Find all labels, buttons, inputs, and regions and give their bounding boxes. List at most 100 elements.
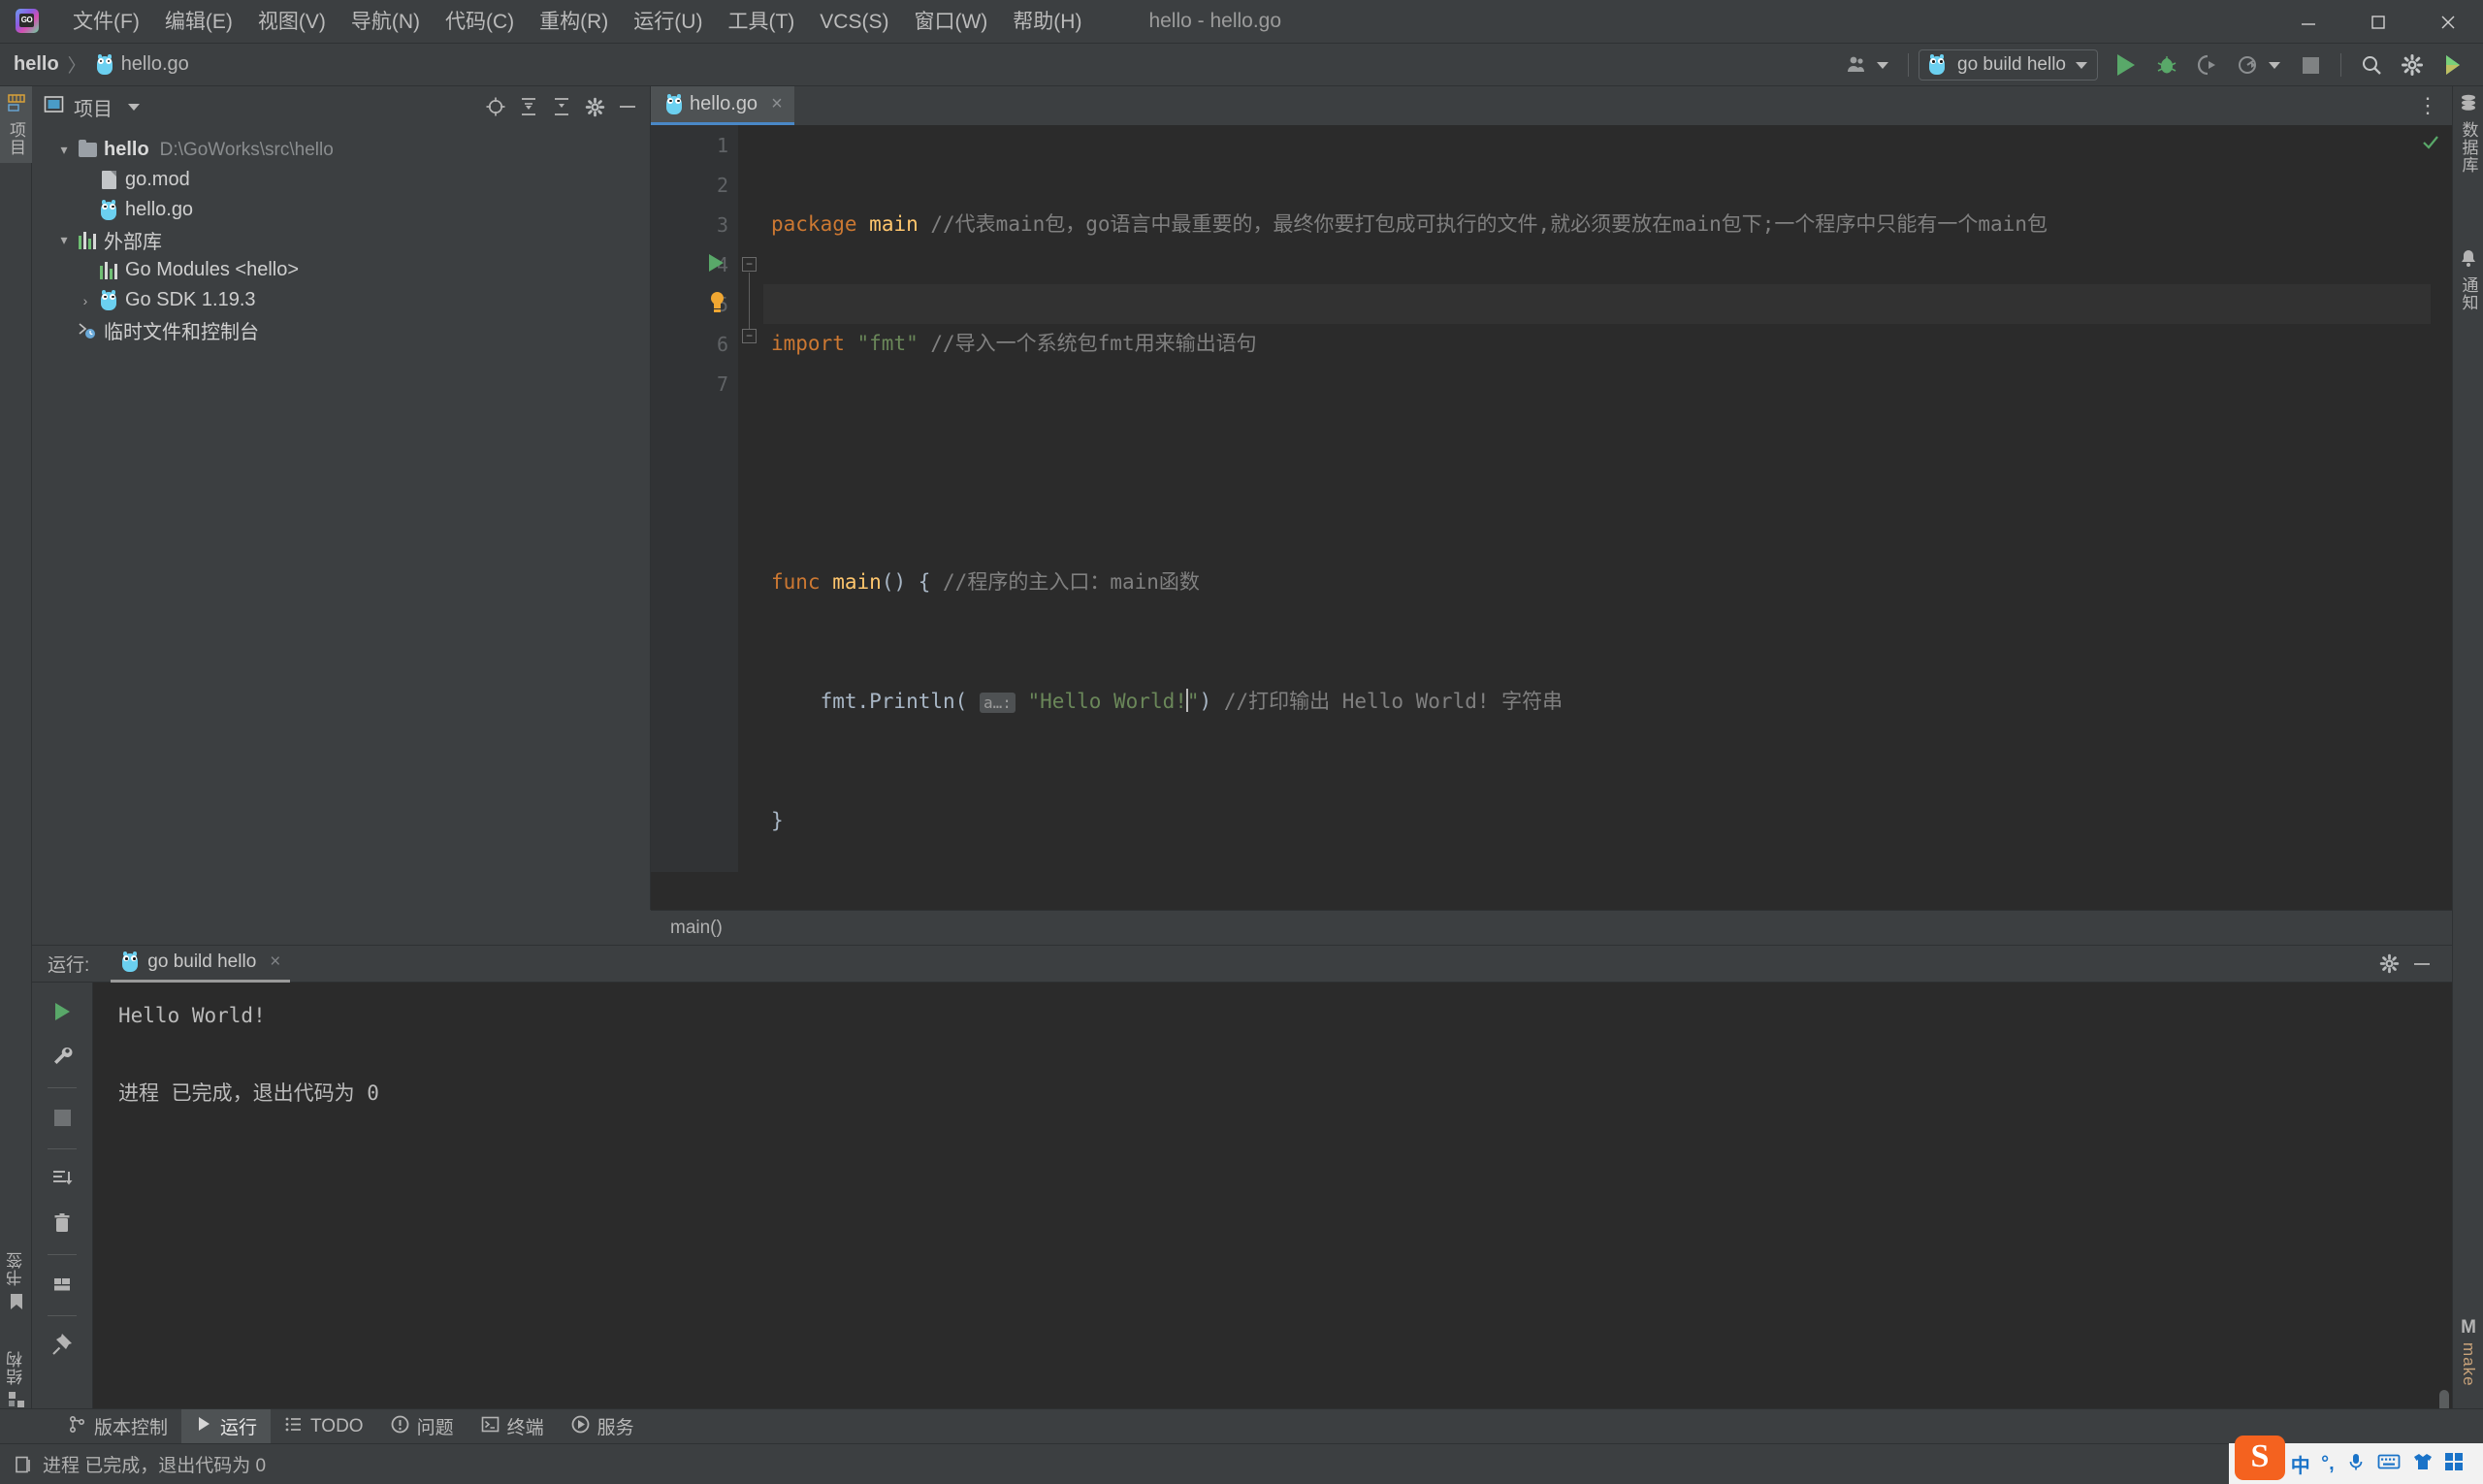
stop-icon[interactable] bbox=[43, 1098, 81, 1137]
chevron-down-icon[interactable]: ▾ bbox=[53, 142, 75, 158]
close-icon[interactable]: × bbox=[771, 93, 783, 115]
tool-window-database[interactable]: 数据库 bbox=[2453, 86, 2483, 180]
tree-node-scratches[interactable]: 临时文件和控制台 bbox=[32, 315, 650, 345]
debug-icon[interactable] bbox=[2150, 48, 2183, 81]
menu-vcs[interactable]: VCS(S) bbox=[807, 0, 901, 44]
go-mod-icon bbox=[96, 171, 121, 189]
code-editor[interactable]: 1 2 3 4 5 6 7 − − package main //代表main包… bbox=[651, 125, 2452, 872]
run-tab-go-build-hello[interactable]: go build hello × bbox=[111, 946, 291, 983]
user-icon[interactable] bbox=[1840, 48, 1873, 81]
editor-tab-hello-go[interactable]: hello.go × bbox=[651, 86, 794, 125]
go-file-icon bbox=[664, 93, 684, 115]
tree-node-hello[interactable]: ▾ hello D:\GoWorks\src\hello bbox=[32, 135, 650, 165]
tw-services-label: 服务 bbox=[597, 1418, 634, 1438]
tree-node-go-sdk[interactable]: › Go SDK 1.19.3 bbox=[32, 285, 650, 315]
gear-icon[interactable] bbox=[2374, 950, 2403, 979]
editor-tab-bar: hello.go × ⋮ bbox=[651, 86, 2452, 125]
run-panel-header: 运行: go build hello × bbox=[32, 946, 2452, 983]
chevron-down-icon[interactable] bbox=[128, 103, 140, 111]
tool-window-bookmarks[interactable]: 书签 bbox=[0, 1241, 32, 1323]
menu-code[interactable]: 代码(C) bbox=[433, 0, 527, 44]
gear-icon[interactable] bbox=[2396, 48, 2429, 81]
keyboard-icon[interactable] bbox=[2377, 1452, 2401, 1476]
search-icon[interactable] bbox=[2355, 48, 2388, 81]
pin-icon[interactable] bbox=[43, 1326, 81, 1365]
soft-wrap-icon[interactable] bbox=[43, 1159, 81, 1198]
tw-services[interactable]: 服务 bbox=[558, 1409, 648, 1444]
left-tool-strip: 项目 书签 结构 bbox=[0, 86, 32, 1430]
tw-problems[interactable]: 问题 bbox=[377, 1409, 468, 1444]
tool-window-notifications[interactable]: 通知 bbox=[2453, 242, 2483, 318]
run-configuration-selector[interactable]: go build hello bbox=[1919, 49, 2098, 81]
stop-icon[interactable] bbox=[2294, 48, 2327, 81]
tree-node-external-libraries[interactable]: ▾ 外部库 bbox=[32, 225, 650, 255]
editor-gutter[interactable]: 1 2 3 4 5 6 7 bbox=[651, 125, 738, 872]
breadcrumb: hello 〉 hello.go bbox=[14, 51, 189, 78]
hide-icon[interactable] bbox=[2407, 950, 2436, 979]
problems-icon bbox=[391, 1415, 409, 1438]
tw-version-control[interactable]: 版本控制 bbox=[54, 1409, 181, 1444]
trash-icon[interactable] bbox=[43, 1204, 81, 1242]
menu-tools[interactable]: 工具(T) bbox=[715, 0, 807, 44]
close-icon[interactable] bbox=[2413, 0, 2483, 44]
rerun-icon[interactable] bbox=[43, 992, 81, 1031]
tw-terminal[interactable]: 终端 bbox=[468, 1409, 558, 1444]
skin-icon[interactable] bbox=[2412, 1451, 2434, 1477]
run-gutter-icon[interactable] bbox=[709, 254, 724, 272]
intention-bulb-icon[interactable] bbox=[707, 292, 726, 317]
run-console[interactable]: Hello World! 进程 已完成，退出代码为 0 bbox=[93, 983, 2452, 1484]
wrench-icon[interactable] bbox=[43, 1037, 81, 1076]
menu-file[interactable]: 文件(F) bbox=[60, 0, 152, 44]
tree-node-hello-go[interactable]: hello.go bbox=[32, 195, 650, 225]
chevron-down-icon[interactable]: ▾ bbox=[53, 232, 75, 248]
collapse-all-icon[interactable] bbox=[547, 92, 576, 121]
run-icon[interactable] bbox=[2110, 48, 2143, 81]
profiler-dropdown-icon[interactable] bbox=[2269, 61, 2280, 69]
gear-icon[interactable] bbox=[580, 92, 609, 121]
tree-node-go-mod[interactable]: go.mod bbox=[32, 165, 650, 195]
editor-tabs-menu-icon[interactable]: ⋮ bbox=[2417, 93, 2440, 118]
close-icon[interactable]: × bbox=[270, 952, 280, 973]
locate-icon[interactable] bbox=[481, 92, 510, 121]
print-icon[interactable] bbox=[43, 1265, 81, 1304]
editor-scrollbar[interactable] bbox=[2423, 125, 2452, 872]
chevron-right-icon[interactable]: › bbox=[75, 293, 96, 308]
menu-refactor[interactable]: 重构(R) bbox=[527, 0, 621, 44]
sogou-logo-icon[interactable]: S bbox=[2235, 1436, 2285, 1480]
tree-node-go-modules[interactable]: Go Modules <hello> bbox=[32, 255, 650, 285]
parameter-hint: a…: bbox=[979, 693, 1016, 713]
ime-punctuation[interactable]: °, bbox=[2321, 1453, 2335, 1475]
run-with-coverage-icon[interactable] bbox=[2191, 48, 2224, 81]
profiler-icon[interactable] bbox=[2232, 48, 2265, 81]
mic-icon[interactable] bbox=[2345, 1451, 2367, 1477]
menu-help[interactable]: 帮助(H) bbox=[1000, 0, 1094, 44]
fold-region-end[interactable]: − bbox=[742, 329, 757, 343]
ime-mode-chinese[interactable]: 中 bbox=[2291, 1450, 2310, 1478]
menu-run[interactable]: 运行(U) bbox=[621, 0, 715, 44]
fold-region-start[interactable]: − bbox=[742, 257, 757, 272]
tree-node-label: 外部库 bbox=[104, 232, 162, 253]
hide-icon[interactable] bbox=[613, 92, 642, 121]
expand-all-icon[interactable] bbox=[514, 92, 543, 121]
menu-window[interactable]: 窗口(W) bbox=[901, 0, 1000, 44]
ime-menu-icon[interactable] bbox=[2444, 1452, 2464, 1476]
editor-breadcrumb[interactable]: main() bbox=[670, 918, 723, 939]
ok-check-icon[interactable] bbox=[2421, 133, 2440, 157]
code-content[interactable]: package main //代表main包，go语言中最重要的，最终你要打包成… bbox=[763, 125, 2452, 872]
tw-run[interactable]: 运行 bbox=[181, 1408, 272, 1444]
user-dropdown-icon[interactable] bbox=[1877, 61, 1889, 69]
tw-todo[interactable]: TODO bbox=[271, 1409, 377, 1444]
menu-navigate[interactable]: 导航(N) bbox=[339, 0, 433, 44]
tw-version-control-label: 版本控制 bbox=[94, 1418, 169, 1438]
fold-column[interactable]: − − bbox=[738, 125, 763, 872]
breadcrumb-project[interactable]: hello bbox=[14, 53, 59, 76]
services-icon bbox=[571, 1415, 590, 1438]
minimize-icon[interactable] bbox=[2273, 0, 2343, 44]
tool-window-make[interactable]: M make bbox=[2453, 1310, 2483, 1394]
menu-edit[interactable]: 编辑(E) bbox=[152, 0, 245, 44]
tool-window-project[interactable]: 项目 bbox=[0, 86, 32, 163]
updates-icon[interactable] bbox=[2436, 48, 2469, 81]
menu-view[interactable]: 视图(V) bbox=[245, 0, 339, 44]
breadcrumb-file[interactable]: hello.go bbox=[121, 53, 189, 76]
maximize-icon[interactable] bbox=[2343, 0, 2413, 44]
